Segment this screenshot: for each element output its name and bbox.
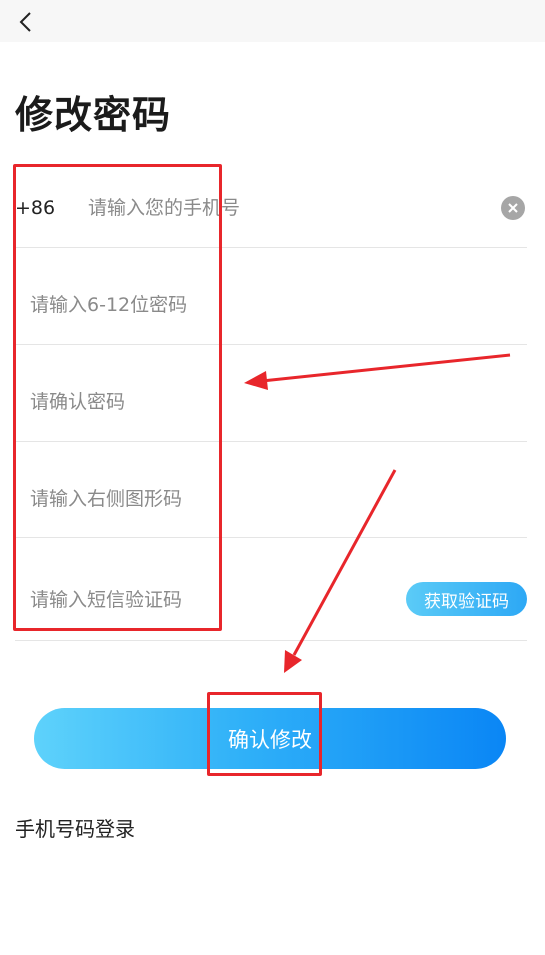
confirm-password-row — [15, 345, 527, 442]
phone-login-link[interactable]: 手机号码登录 — [15, 813, 135, 842]
password-row — [15, 248, 527, 345]
phone-row: +86 — [15, 170, 527, 248]
sms-code-input[interactable] — [30, 585, 390, 615]
country-code[interactable]: +86 — [15, 197, 55, 219]
confirm-change-button[interactable]: 确认修改 — [34, 708, 506, 769]
clear-phone-button[interactable] — [501, 196, 525, 220]
phone-input[interactable] — [88, 193, 468, 223]
password-input[interactable] — [30, 290, 450, 320]
get-sms-code-button[interactable]: 获取验证码 — [406, 582, 527, 616]
change-password-screen: 修改密码 +86 获取验证码 确认修改 手机号码登录 — [0, 0, 545, 955]
chevron-left-icon — [19, 12, 31, 32]
page-title: 修改密码 — [15, 93, 172, 137]
clear-circle-icon — [508, 203, 518, 213]
back-button[interactable] — [10, 6, 42, 38]
top-bar — [0, 0, 545, 42]
sms-code-row: 获取验证码 — [15, 538, 527, 641]
confirm-password-input[interactable] — [30, 387, 450, 417]
captcha-input[interactable] — [30, 484, 390, 514]
captcha-row — [15, 442, 527, 538]
